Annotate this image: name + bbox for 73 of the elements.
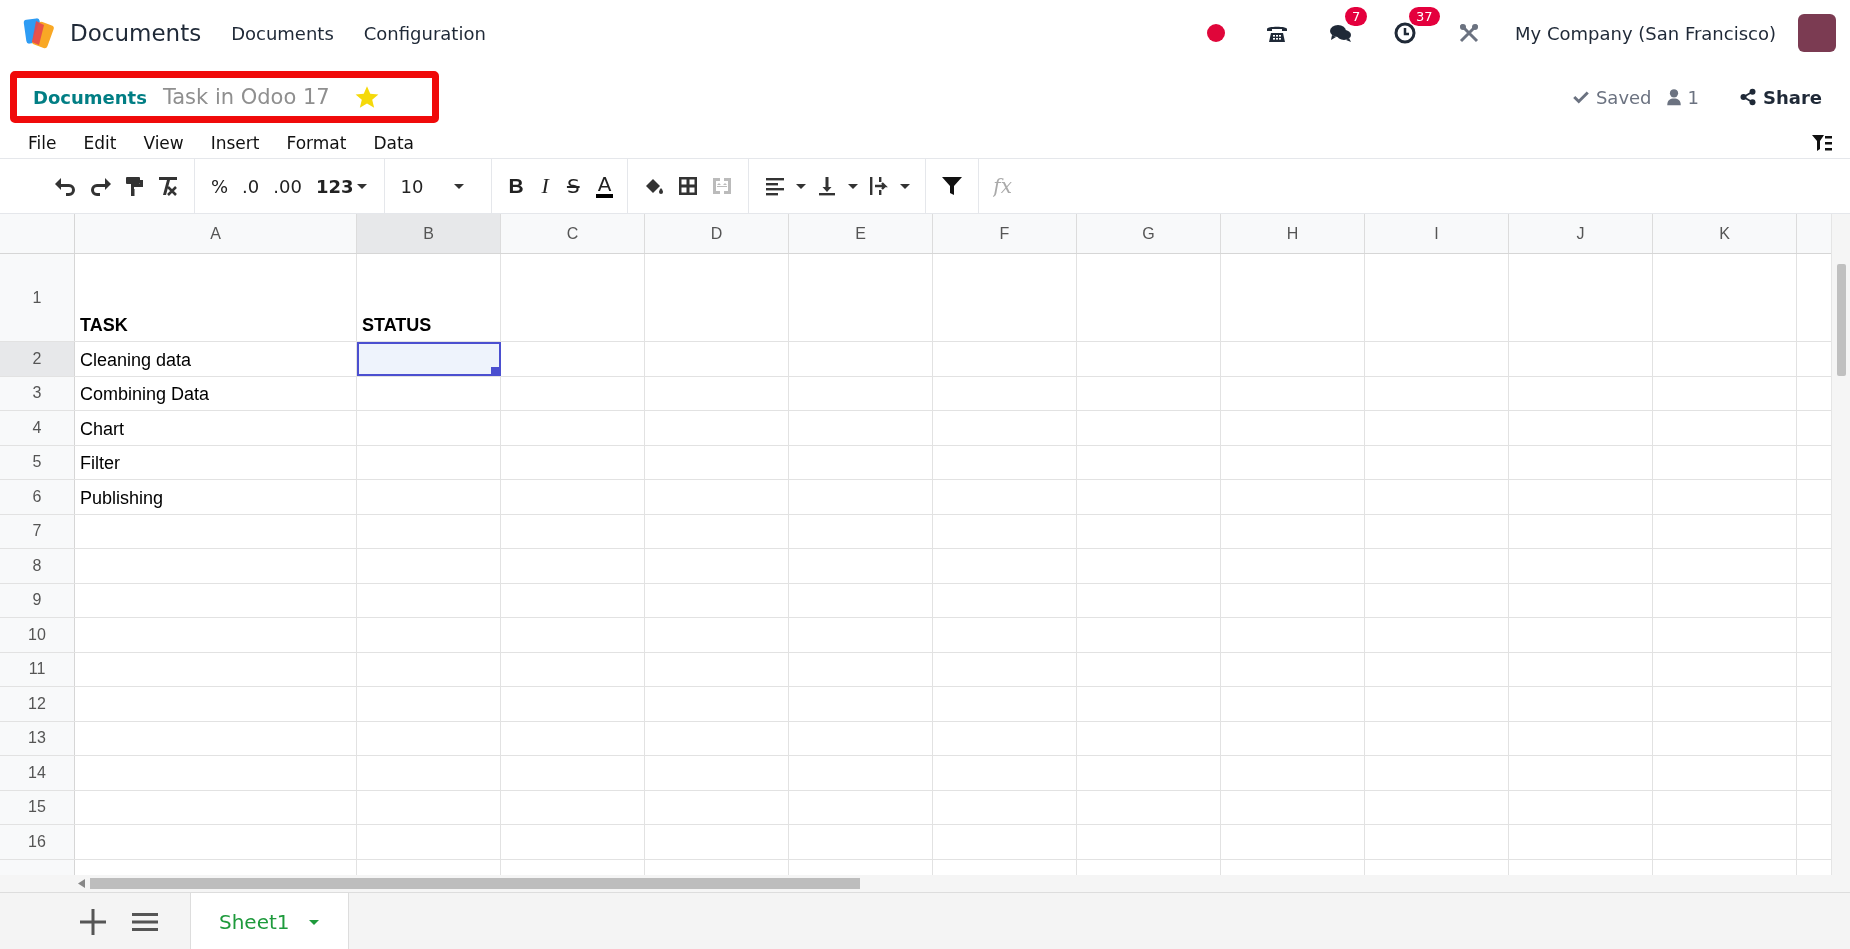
table-cell: Publishing xyxy=(75,480,357,514)
menu-item[interactable]: Edit xyxy=(83,133,117,153)
document-title: Task in Odoo 17 xyxy=(162,85,330,109)
row-header[interactable]: 15 xyxy=(0,790,75,824)
strikethrough-button[interactable]: S xyxy=(564,174,582,198)
row-header[interactable]: 4 xyxy=(0,411,75,445)
activity-count-badge: 37 xyxy=(1409,7,1440,26)
number-format-button[interactable]: % xyxy=(209,175,231,197)
row-header[interactable]: 7 xyxy=(0,514,75,548)
column-header[interactable]: B xyxy=(357,214,501,253)
row-header[interactable]: 16 xyxy=(0,825,75,859)
star-icon[interactable] xyxy=(353,84,380,110)
table-cell: Filter xyxy=(75,445,357,479)
clock-icon[interactable] xyxy=(1393,21,1418,45)
table-cell: TASK xyxy=(75,254,357,341)
table-cell: Chart xyxy=(75,411,357,445)
clear-format-icon[interactable] xyxy=(156,174,180,198)
column-header[interactable]: K xyxy=(1653,214,1797,253)
vertical-scrollbar[interactable] xyxy=(1831,214,1850,875)
row-header[interactable]: 9 xyxy=(0,583,75,617)
column-header[interactable]: G xyxy=(1077,214,1221,253)
number-format-button[interactable]: 123 xyxy=(313,175,370,197)
bold-button[interactable]: B xyxy=(506,174,526,198)
table-cell: STATUS xyxy=(357,254,501,341)
app-name: Documents xyxy=(70,20,202,46)
number-format-button[interactable]: .00 xyxy=(271,175,304,197)
row-header[interactable]: 14 xyxy=(0,756,75,790)
nav-menu-item[interactable]: Configuration xyxy=(363,22,486,44)
user-avatar[interactable] xyxy=(1798,14,1836,52)
table-cell: Combining Data xyxy=(75,376,357,410)
column-header[interactable]: I xyxy=(1365,214,1509,253)
row-header[interactable]: 6 xyxy=(0,480,75,514)
column-header[interactable]: D xyxy=(645,214,789,253)
nav-menu-item[interactable]: Documents xyxy=(231,22,334,44)
italic-button[interactable]: I xyxy=(539,173,551,199)
user-icon xyxy=(1665,88,1682,106)
font-size-dropdown[interactable]: 10 xyxy=(398,175,468,197)
share-icon xyxy=(1739,88,1757,106)
text-color-button[interactable]: A xyxy=(595,174,614,198)
user-count: 1 xyxy=(1687,86,1699,108)
number-format-button[interactable]: .0 xyxy=(240,175,262,197)
menu-item[interactable]: Format xyxy=(286,133,347,153)
menu-item[interactable]: File xyxy=(28,133,57,153)
column-header[interactable]: C xyxy=(501,214,645,253)
fill-handle[interactable] xyxy=(491,366,500,376)
company-name[interactable]: My Company (San Francisco) xyxy=(1515,22,1776,44)
filter-icon[interactable] xyxy=(940,174,965,198)
column-header[interactable]: E xyxy=(789,214,933,253)
horizontal-scrollbar[interactable] xyxy=(0,875,1850,892)
column-header[interactable]: F xyxy=(933,214,1077,253)
menu-item[interactable]: View xyxy=(143,133,184,153)
share-button[interactable]: Share xyxy=(1733,85,1828,109)
column-header[interactable]: J xyxy=(1509,214,1653,253)
saved-label: Saved xyxy=(1595,86,1652,108)
selected-cell[interactable] xyxy=(357,342,501,376)
scroll-left-icon[interactable] xyxy=(78,879,86,888)
row-header[interactable]: 1 xyxy=(0,254,75,341)
row-header[interactable]: 5 xyxy=(0,445,75,479)
breadcrumb-link[interactable]: Documents xyxy=(33,86,147,108)
row-header[interactable]: 2 xyxy=(0,342,75,376)
column-header[interactable]: H xyxy=(1221,214,1365,253)
row-header[interactable]: 8 xyxy=(0,549,75,583)
add-sheet-icon[interactable] xyxy=(78,906,108,937)
row-header[interactable]: 11 xyxy=(0,652,75,686)
message-count-badge: 7 xyxy=(1345,7,1368,26)
menu-item[interactable]: Insert xyxy=(210,133,260,153)
row-header[interactable]: 3 xyxy=(0,376,75,410)
recording-dot-icon[interactable] xyxy=(1207,24,1226,42)
menu-item[interactable]: Data xyxy=(373,133,414,153)
row-header[interactable]: 10 xyxy=(0,618,75,652)
row-header[interactable]: 13 xyxy=(0,721,75,755)
sheet-tab[interactable]: Sheet1 xyxy=(190,893,349,949)
row-header[interactable]: 12 xyxy=(0,687,75,721)
